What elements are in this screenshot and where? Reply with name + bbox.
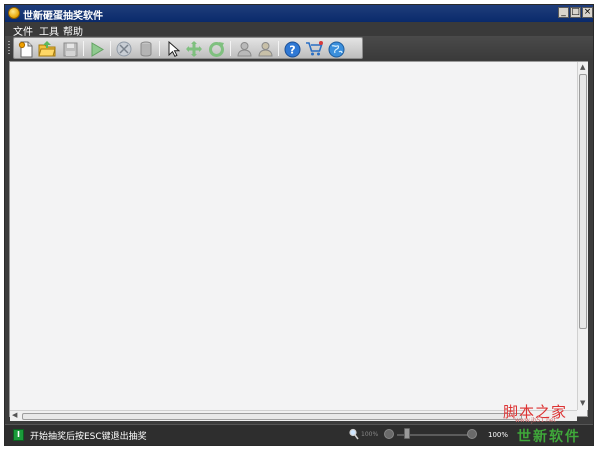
watermark-brand: 世新软件 [517, 429, 581, 445]
rotate-icon [208, 41, 224, 57]
toolbar-separator [230, 41, 231, 56]
toolbar-separator [83, 41, 84, 56]
open-folder-icon [38, 41, 56, 57]
cart-icon [306, 41, 323, 56]
app-window: 世新砸蛋抽奖软件 _ □ × 文件 工具 帮助 ? ▲ ▼ ◀ 脚本之家 www… [4, 4, 594, 446]
draw-canvas[interactable] [9, 61, 588, 417]
save-disk-icon [63, 42, 77, 56]
scroll-down-arrow-icon[interactable]: ▼ [580, 400, 585, 407]
zoom-in-button[interactable] [467, 429, 477, 439]
users-button[interactable] [255, 40, 275, 58]
horizontal-scrollbar[interactable]: ◀ [10, 410, 577, 421]
open-button[interactable] [37, 40, 57, 58]
status-message: 开始抽奖后按ESC键退出抽奖 [30, 432, 147, 442]
toolbar: ? [5, 36, 593, 60]
new-file-button[interactable] [16, 40, 36, 58]
magnifier-icon [349, 428, 359, 440]
users-icon [257, 42, 273, 57]
toolbar-separator [278, 41, 279, 56]
toolbar-separator [159, 41, 160, 56]
horizontal-scroll-thumb[interactable] [22, 413, 522, 420]
zoom-percent: 100% [488, 431, 509, 439]
globe-icon [328, 41, 344, 57]
toolbar-strip: ? [13, 37, 363, 59]
zoom-slider-thumb[interactable] [403, 428, 410, 439]
play-icon [91, 41, 104, 57]
zoom-label: 100% [361, 431, 379, 438]
watermark-url: www.jb51.net [515, 417, 556, 424]
start-draw-button[interactable] [87, 40, 107, 58]
database-icon [140, 41, 152, 57]
scroll-left-arrow-icon[interactable]: ◀ [12, 412, 17, 419]
cut-button[interactable] [114, 40, 134, 58]
move-tool-button[interactable] [184, 40, 204, 58]
user-button[interactable] [234, 40, 254, 58]
move-icon [186, 41, 202, 57]
new-file-icon [18, 41, 33, 57]
help-button[interactable]: ? [282, 40, 302, 58]
scroll-up-arrow-icon[interactable]: ▲ [580, 64, 585, 71]
menu-bar: 文件 工具 帮助 [5, 22, 593, 38]
svg-text:?: ? [289, 43, 295, 56]
toolbar-separator [110, 41, 111, 56]
toolbar-grip[interactable] [8, 41, 10, 56]
egg-app-icon[interactable] [8, 7, 20, 19]
scissors-icon [116, 41, 132, 57]
close-button[interactable]: × [582, 7, 593, 18]
select-tool-button[interactable] [163, 40, 183, 58]
cart-button[interactable] [304, 40, 324, 58]
vertical-scrollbar[interactable]: ▲ ▼ [577, 62, 588, 410]
user-icon [236, 42, 252, 57]
data-button[interactable] [136, 40, 156, 58]
maximize-button[interactable]: □ [570, 7, 581, 18]
rotate-tool-button[interactable] [206, 40, 226, 58]
zoom-out-button[interactable] [384, 429, 394, 439]
window-title: 世新砸蛋抽奖软件 [23, 11, 103, 22]
cursor-icon [168, 41, 180, 57]
status-indicator-icon: I [13, 429, 24, 441]
help-icon: ? [284, 41, 300, 57]
minimize-button[interactable]: _ [558, 7, 569, 18]
status-bar: I 开始抽奖后按ESC键退出抽奖 100% 100% 世新软件 [5, 424, 593, 445]
vertical-scroll-thumb[interactable] [579, 74, 587, 329]
title-bar[interactable]: 世新砸蛋抽奖软件 _ □ × [5, 5, 593, 22]
website-button[interactable] [326, 40, 346, 58]
save-button[interactable] [60, 40, 80, 58]
